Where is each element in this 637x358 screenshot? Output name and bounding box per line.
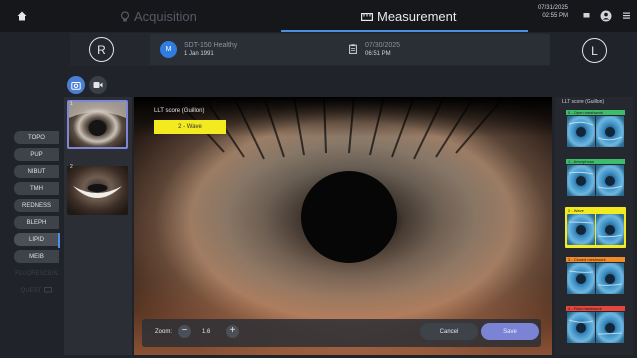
thumbnail-1[interactable] (67, 100, 128, 149)
thumbnail-index: 2 (70, 164, 73, 170)
grade-option-label: 1 - Amorphous (566, 159, 625, 164)
eye-closeup-image (134, 97, 552, 355)
llt-score-badge: 2 - Wave (154, 120, 226, 134)
nav-item-meib[interactable]: MEIB (14, 250, 59, 263)
grade-option-label: 0 - Open meshwork (566, 110, 625, 115)
grade-reference-image (567, 312, 624, 343)
active-tab-indicator (281, 30, 528, 32)
menu-icon[interactable] (623, 12, 630, 19)
grade-option-2[interactable]: 2 - Wave (565, 207, 626, 248)
zoom-in-button[interactable]: + (226, 325, 239, 338)
datetime-display: 07/31/2025 02:55 PM (534, 4, 568, 20)
save-button[interactable]: Save (481, 323, 539, 340)
tab-measurement[interactable]: Measurement (361, 9, 456, 24)
grade-option-label: 4 - Fluid meshwork (566, 306, 625, 311)
nav-item-label: PUP (30, 151, 43, 158)
grade-panel-title: LLT score (Guillon) (562, 99, 605, 105)
display-icon[interactable] (583, 12, 590, 19)
session-time: 06:51 PM (365, 51, 391, 57)
thumbnail-2[interactable] (67, 166, 128, 215)
patient-name: SDT-150 Healthy (184, 42, 238, 49)
grade-option-1[interactable]: 1 - Amorphous (565, 158, 626, 199)
video-icon (93, 82, 103, 88)
cancel-button[interactable]: Cancel (420, 323, 478, 340)
grade-option-4[interactable]: 4 - Fluid meshwork (565, 305, 626, 346)
nav-item-quest: QUEST (14, 284, 59, 297)
session-date: 07/30/2025 (365, 42, 401, 49)
nav-item-topo[interactable]: TOPO (14, 131, 59, 144)
grade-option-3[interactable]: 3 - Closed meshwork (565, 256, 626, 297)
llt-score-title: LLT score (Guillon) (154, 108, 205, 114)
nav-item-lipid[interactable]: LIPID (14, 233, 59, 246)
thumbnail-index: 1 (70, 101, 73, 107)
nav-item-label: FLUORESCEIN (15, 270, 58, 277)
nav-item-label: TMH (30, 185, 43, 192)
nav-item-nibut[interactable]: NIBUT (14, 165, 59, 178)
left-eye-selector[interactable]: L (582, 38, 607, 63)
eye-thumbnail-image (67, 166, 128, 215)
nav-item-label: REDNESS (21, 202, 51, 209)
patient-dob: 1 Jan 1991 (184, 51, 214, 57)
nav-item-label: QUEST (20, 287, 42, 294)
nav-item-label: NIBUT (27, 168, 46, 175)
photo-mode-button[interactable] (67, 76, 85, 94)
grade-reference-image (567, 263, 624, 294)
home-icon[interactable] (17, 11, 27, 21)
lightbulb-icon (120, 10, 130, 21)
nav-item-label: LIPID (28, 236, 44, 243)
tab-acquisition[interactable]: Acquisition (120, 9, 197, 24)
clipboard-icon (349, 44, 357, 54)
nav-item-tmh[interactable]: TMH (14, 182, 59, 195)
nav-active-indicator (58, 233, 60, 248)
eye-thumbnail-image (69, 102, 126, 147)
nav-item-label: TOPO (28, 134, 45, 141)
nav-item-bleph[interactable]: BLEPH (14, 216, 59, 229)
zoom-label: Zoom: (155, 329, 173, 335)
current-date: 07/31/2025 (537, 5, 568, 11)
nav-item-fluorescein: FLUORESCEIN (14, 267, 59, 280)
measurement-image[interactable] (134, 97, 552, 355)
user-icon[interactable] (600, 10, 612, 22)
ruler-icon (361, 12, 373, 21)
nav-item-label: BLEPH (26, 219, 47, 226)
grade-reference-image (567, 165, 624, 196)
nav-item-label: MEIB (29, 253, 44, 260)
grade-reference-image (567, 116, 624, 147)
avatar: M (160, 41, 177, 58)
chat-icon (44, 287, 53, 294)
grade-option-label: 2 - Wave (566, 208, 625, 213)
grade-option-label: 3 - Closed meshwork (566, 257, 625, 262)
app-window: Acquisition Measurement 07/31/2025 02:55… (0, 0, 637, 358)
grade-option-0[interactable]: 0 - Open meshwork (565, 109, 626, 150)
nav-item-redness[interactable]: REDNESS (14, 199, 59, 212)
current-time: 02:55 PM (542, 13, 568, 19)
grade-reference-image (567, 214, 624, 245)
zoom-value: 1.6 (202, 329, 211, 335)
camera-icon (71, 81, 81, 90)
nav-item-pup[interactable]: PUP (14, 148, 59, 161)
right-eye-selector[interactable]: R (89, 37, 114, 62)
tab-measurement-label: Measurement (377, 9, 457, 24)
video-mode-button[interactable] (89, 76, 107, 94)
zoom-out-button[interactable]: − (178, 325, 191, 338)
tab-acquisition-label: Acquisition (134, 9, 197, 24)
